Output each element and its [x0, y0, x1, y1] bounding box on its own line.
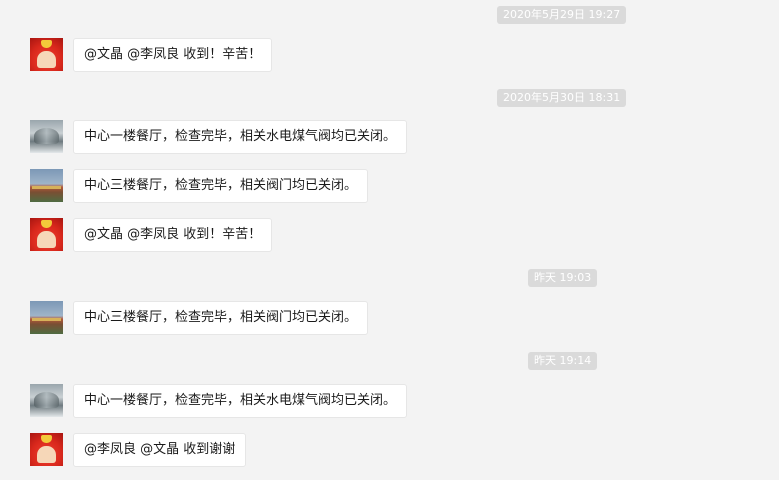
timestamp: 2020年5月29日 19:27 — [497, 6, 627, 24]
message-bubble[interactable]: 中心三楼餐厅，检查完毕，相关阀门均已关闭。 — [73, 169, 369, 203]
message-bubble[interactable]: @文晶 @李凤良 收到！辛苦！ — [73, 38, 273, 72]
avatar[interactable] — [30, 301, 63, 334]
timestamp: 昨天 19:03 — [528, 269, 598, 287]
timestamp: 昨天 19:14 — [528, 352, 598, 370]
avatar[interactable] — [30, 218, 63, 251]
avatar[interactable] — [30, 169, 63, 202]
avatar[interactable] — [30, 384, 63, 417]
message-bubble[interactable]: 中心一楼餐厅，检查完毕，相关水电煤气阀均已关闭。 — [73, 120, 408, 154]
avatar[interactable] — [30, 38, 63, 71]
message-bubble[interactable]: 中心一楼餐厅，检查完毕，相关水电煤气阀均已关闭。 — [73, 384, 408, 418]
chat-window: 2020年5月29日 19:27 @文晶 @李凤良 收到！辛苦！ 2020年5月… — [0, 0, 779, 480]
message-bubble[interactable]: 中心三楼餐厅，检查完毕，相关阀门均已关闭。 — [73, 301, 369, 335]
message-bubble[interactable]: @李凤良 @文晶 收到谢谢 — [73, 433, 247, 467]
avatar[interactable] — [30, 433, 63, 466]
avatar[interactable] — [30, 120, 63, 153]
timestamp: 2020年5月30日 18:31 — [497, 89, 627, 107]
message-bubble[interactable]: @文晶 @李凤良 收到！辛苦！ — [73, 218, 273, 252]
